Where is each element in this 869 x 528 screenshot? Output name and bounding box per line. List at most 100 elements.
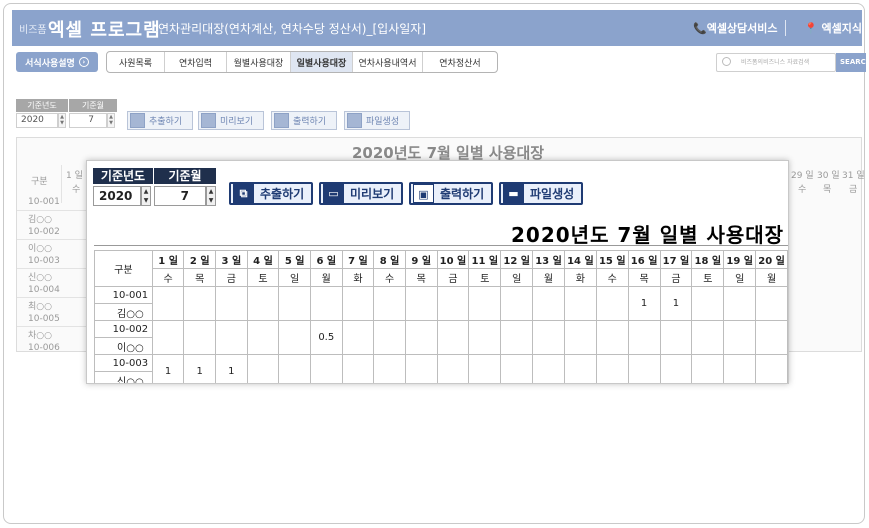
usage-cell[interactable] xyxy=(215,320,248,355)
year-field[interactable]: 2020 xyxy=(93,186,141,206)
usage-cell[interactable] xyxy=(563,320,597,355)
usage-cell[interactable] xyxy=(404,320,438,355)
usage-cell[interactable] xyxy=(215,286,248,321)
usage-cell[interactable] xyxy=(627,320,661,355)
spin-down-icon[interactable]: ▼ xyxy=(207,196,215,205)
usage-cell[interactable] xyxy=(691,354,725,383)
file-create-button[interactable]: ▬ 파일생성 xyxy=(499,182,583,205)
month-spinner[interactable]: ▲ ▼ xyxy=(206,186,216,206)
usage-cell[interactable] xyxy=(627,354,661,383)
spin-up-icon[interactable]: ▲ xyxy=(142,187,150,196)
menu-settlement[interactable]: 연차정산서 xyxy=(423,52,497,72)
usage-cell[interactable] xyxy=(373,286,406,321)
usage-cell[interactable]: 0.5 xyxy=(309,320,343,355)
usage-cell[interactable] xyxy=(532,354,565,383)
preview-button[interactable]: ▭ 미리보기 xyxy=(319,182,403,205)
usage-cell[interactable]: 1 xyxy=(659,286,693,321)
bg-row-label: 신○○ xyxy=(28,273,52,283)
usage-cell[interactable]: 1 xyxy=(627,286,661,321)
usage-cell[interactable] xyxy=(373,354,406,383)
usage-cell[interactable] xyxy=(246,354,280,383)
usage-guide-button[interactable]: 서식사용설명 › xyxy=(16,52,98,72)
usage-cell[interactable] xyxy=(341,286,375,321)
menu-usage-statement[interactable]: 연차사용내역서 xyxy=(353,52,423,72)
spin-up-icon[interactable]: ▲ xyxy=(207,187,215,196)
usage-cell[interactable] xyxy=(723,354,757,383)
usage-cell[interactable] xyxy=(309,286,343,321)
weekday-header: 수 xyxy=(373,268,406,287)
usage-cell[interactable] xyxy=(468,286,502,321)
usage-cell[interactable]: 1 xyxy=(151,354,185,383)
usage-cell[interactable] xyxy=(341,354,375,383)
search-input[interactable]: 비즈폼의비즈니스 자료검색 xyxy=(716,53,836,72)
menu-daily-ledger[interactable]: 일별사용대장 xyxy=(291,52,353,72)
usage-cell[interactable] xyxy=(755,286,788,321)
search-button[interactable]: SEARC xyxy=(836,53,866,72)
bg-year-value: 2020 xyxy=(16,113,58,128)
usage-cell[interactable] xyxy=(595,320,629,355)
usage-cell[interactable] xyxy=(595,286,629,321)
weekday-header: 목 xyxy=(627,268,661,287)
print-button[interactable]: ▣ 출력하기 xyxy=(409,182,493,205)
bg-print-button: 출력하기 xyxy=(271,111,337,130)
knowledge-link[interactable]: 📍 엑셀지식 IN xyxy=(804,20,869,36)
usage-cell[interactable] xyxy=(341,320,375,355)
menu-employee-list[interactable]: 사원목록 xyxy=(107,52,165,72)
usage-cell[interactable] xyxy=(151,286,185,321)
usage-cell[interactable] xyxy=(532,286,565,321)
usage-cell[interactable]: 1 xyxy=(183,354,217,383)
usage-cell[interactable] xyxy=(500,320,534,355)
weekday-header: 목 xyxy=(183,268,217,287)
day-header: 16 일 xyxy=(627,250,661,269)
usage-cell[interactable] xyxy=(532,320,565,355)
usage-cell[interactable] xyxy=(246,286,280,321)
usage-cell[interactable] xyxy=(436,286,470,321)
usage-cell[interactable] xyxy=(755,354,788,383)
month-field[interactable]: 7 xyxy=(154,186,206,206)
year-spinner[interactable]: ▲ ▼ xyxy=(141,186,151,206)
search-icon xyxy=(722,57,731,66)
usage-cell[interactable] xyxy=(468,320,502,355)
usage-cell[interactable] xyxy=(246,320,280,355)
usage-cell[interactable] xyxy=(500,286,534,321)
extract-button[interactable]: ⧉ 추출하기 xyxy=(229,182,313,205)
usage-cell[interactable] xyxy=(278,286,311,321)
usage-cell[interactable] xyxy=(723,320,757,355)
day-header-row: 구분 1 일2 일3 일4 일5 일6 일7 일8 일9 일 10 일 11 일 12… xyxy=(94,250,788,287)
usage-cell[interactable] xyxy=(436,320,470,355)
bg-row-label: 최○○ xyxy=(28,302,52,312)
bg-row-label: 10-003 xyxy=(28,256,60,266)
usage-cell[interactable] xyxy=(278,354,311,383)
usage-cell[interactable] xyxy=(659,354,693,383)
usage-cell[interactable] xyxy=(183,286,217,321)
usage-cell[interactable] xyxy=(278,320,311,355)
usage-cell[interactable] xyxy=(691,320,725,355)
table-row: 10-003 1 1 1 xyxy=(94,354,788,383)
usage-cell[interactable] xyxy=(595,354,629,383)
usage-cell[interactable]: 1 xyxy=(215,354,248,383)
usage-cell[interactable] xyxy=(468,354,502,383)
usage-cell[interactable] xyxy=(691,286,725,321)
usage-cell[interactable] xyxy=(563,354,597,383)
bg-weekday-header: 수 xyxy=(798,185,807,195)
usage-cell[interactable] xyxy=(151,320,185,355)
day-header: 5 일 xyxy=(278,250,311,269)
usage-cell[interactable] xyxy=(755,320,788,355)
usage-cell[interactable] xyxy=(500,354,534,383)
spin-down-icon[interactable]: ▼ xyxy=(142,196,150,205)
consult-service-link[interactable]: 📞엑셀상담서비스 xyxy=(693,20,778,36)
bg-year-spinner: ▲ ▼ xyxy=(58,113,66,128)
usage-cell[interactable] xyxy=(563,286,597,321)
bg-row-divider xyxy=(17,268,87,269)
menu-leave-input[interactable]: 연차입력 xyxy=(165,52,227,72)
usage-cell[interactable] xyxy=(659,320,693,355)
usage-cell[interactable] xyxy=(404,354,438,383)
usage-cell[interactable] xyxy=(436,354,470,383)
usage-cell[interactable] xyxy=(309,354,343,383)
usage-cell[interactable] xyxy=(723,286,757,321)
menu-monthly-ledger[interactable]: 월별사용대장 xyxy=(227,52,291,72)
usage-cell[interactable] xyxy=(373,320,406,355)
usage-cell[interactable] xyxy=(183,320,217,355)
usage-cell[interactable] xyxy=(404,286,438,321)
weekday-header: 토 xyxy=(691,268,725,287)
